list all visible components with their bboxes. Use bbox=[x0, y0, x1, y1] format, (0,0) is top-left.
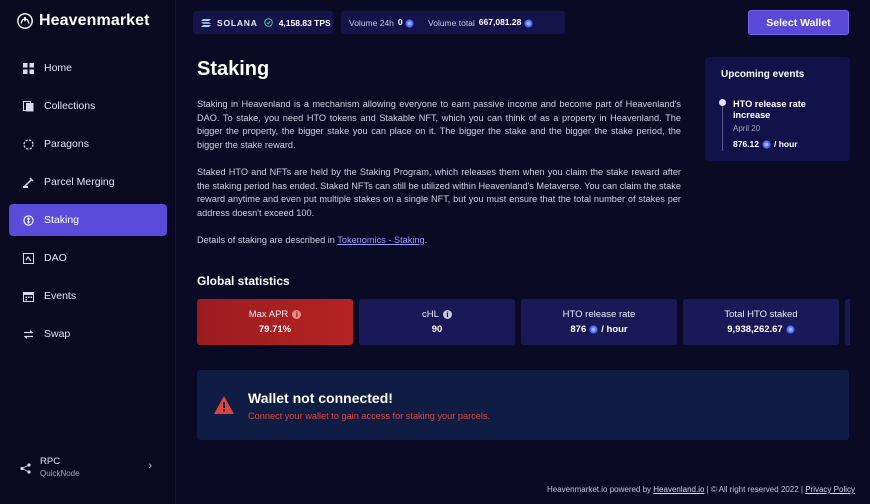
brand-name: Heavenmarket bbox=[39, 12, 150, 29]
sidebar-item-label: Paragons bbox=[44, 138, 89, 150]
footer: Heavenmarket.io powered by Heavenland.io… bbox=[547, 485, 855, 494]
event-unit: / hour bbox=[774, 139, 798, 149]
sidebar-item-home[interactable]: Home bbox=[9, 52, 167, 84]
staking-icon bbox=[23, 214, 34, 226]
paragons-icon bbox=[23, 138, 34, 150]
sidebar-item-parcel-merging[interactable]: Parcel Merging bbox=[9, 166, 167, 198]
sidebar-item-collections[interactable]: Collections bbox=[9, 90, 167, 122]
info-icon[interactable]: i bbox=[442, 310, 452, 319]
logo[interactable]: Heavenmarket bbox=[17, 12, 150, 30]
stat-card-hto-release-rate: HTO release rate 876 / hour bbox=[521, 299, 677, 345]
footer-prefix: Heavenmarket.io powered by bbox=[547, 485, 654, 494]
heavenmarket-logo-icon bbox=[17, 13, 33, 29]
page-title: Staking bbox=[197, 58, 270, 80]
upcoming-events-heading: Upcoming events bbox=[721, 69, 805, 80]
sidebar-item-label: Home bbox=[44, 62, 73, 74]
global-statistics-heading: Global statistics bbox=[197, 274, 290, 288]
sidebar-item-swap[interactable]: Swap bbox=[9, 318, 167, 350]
event-value: 876.12 / hour bbox=[733, 139, 798, 149]
tokenomics-staking-link[interactable]: Tokenomics - Staking bbox=[337, 235, 424, 245]
volume-total-value: 667,081.28 bbox=[479, 17, 533, 27]
hto-coin-icon bbox=[786, 325, 795, 334]
sidebar-item-label: Collections bbox=[44, 100, 96, 112]
info-icon[interactable]: i bbox=[292, 310, 302, 319]
solana-logo-icon bbox=[201, 18, 211, 27]
sidebar: Heavenmarket Home Collections Paragons P… bbox=[0, 0, 176, 504]
network-status: SOLANA 4,158.83 TPS bbox=[193, 11, 333, 34]
volume-24h-label: Volume 24h bbox=[349, 17, 394, 28]
stat-label: Total HTO staked bbox=[724, 309, 798, 320]
chevron-right-icon: › bbox=[148, 460, 152, 472]
stat-card-max-apr: Max APR i 79.71% bbox=[197, 299, 353, 345]
volume-24h-value: 0 bbox=[398, 17, 414, 27]
sidebar-item-label: Events bbox=[44, 290, 77, 302]
stat-value: 79.71% bbox=[258, 324, 292, 335]
event-amount: 876.12 bbox=[733, 139, 759, 149]
sidebar-item-dao[interactable]: DAO bbox=[9, 242, 167, 274]
stat-card-total-hto-staked: Total HTO staked 9,938,262.67 bbox=[683, 299, 839, 345]
details-suffix: . bbox=[424, 235, 428, 245]
event-date: April 20 bbox=[733, 124, 761, 133]
collections-icon bbox=[23, 100, 34, 111]
sidebar-nav: Home Collections Paragons Parcel Merging bbox=[9, 52, 167, 356]
tps-value: 4,158.83 TPS bbox=[278, 17, 331, 28]
calendar-icon bbox=[23, 291, 34, 302]
rpc-selector[interactable]: RPC QuickNode › bbox=[20, 456, 152, 480]
privacy-policy-link[interactable]: Privacy Policy bbox=[805, 485, 855, 494]
network-name: SOLANA bbox=[217, 17, 258, 28]
timeline-dot bbox=[719, 99, 726, 106]
volume-stats: Volume 24h 0 Volume total 667,081.28 bbox=[341, 11, 565, 34]
timeline-line bbox=[722, 103, 723, 151]
parcel-merging-icon bbox=[23, 176, 34, 188]
speed-check-icon bbox=[263, 18, 273, 27]
upcoming-events-panel: Upcoming events HTO release rate increas… bbox=[705, 57, 850, 161]
stat-value: 876 bbox=[570, 324, 587, 335]
stat-unit: / hour bbox=[601, 324, 628, 335]
staking-intro-paragraph: Staking in Heavenland is a mechanism all… bbox=[197, 99, 681, 150]
sidebar-item-label: DAO bbox=[44, 252, 67, 264]
sidebar-item-label: Parcel Merging bbox=[44, 176, 115, 188]
swap-icon bbox=[23, 329, 34, 339]
sidebar-item-paragons[interactable]: Paragons bbox=[9, 128, 167, 160]
hto-coin-icon bbox=[589, 325, 598, 334]
home-icon bbox=[23, 62, 34, 74]
sidebar-item-events[interactable]: Events bbox=[9, 280, 167, 312]
staking-details-paragraph: Details of staking are described in Toke… bbox=[197, 234, 681, 248]
alert-message: Connect your wallet to gain access for s… bbox=[248, 411, 491, 421]
stat-value: 9,938,262.67 bbox=[727, 324, 783, 335]
alert-title: Wallet not connected! bbox=[248, 390, 393, 406]
volume-total-label: Volume total bbox=[428, 17, 475, 28]
select-wallet-button[interactable]: Select Wallet bbox=[748, 10, 849, 35]
sidebar-item-label: Swap bbox=[44, 328, 71, 340]
stat-card-overflow bbox=[845, 299, 850, 345]
sidebar-item-label: Staking bbox=[44, 214, 80, 226]
warning-icon bbox=[214, 396, 234, 414]
stat-label: Max APR bbox=[248, 309, 289, 320]
rpc-provider: QuickNode bbox=[40, 469, 80, 478]
hto-coin-icon bbox=[524, 19, 533, 28]
details-prefix: Details of staking are described in bbox=[197, 235, 338, 245]
wallet-alert: Wallet not connected! Connect your walle… bbox=[197, 370, 849, 440]
event-title: HTO release rate increase bbox=[733, 99, 806, 120]
network-nodes-icon bbox=[20, 462, 31, 474]
dao-icon bbox=[23, 252, 34, 264]
footer-copyright: | © All right reserved 2022 | bbox=[704, 485, 806, 494]
hto-coin-icon bbox=[405, 19, 414, 28]
stat-value: 90 bbox=[431, 324, 443, 335]
hto-coin-icon bbox=[762, 140, 771, 148]
stat-card-chl: cHL i 90 bbox=[359, 299, 515, 345]
stat-label: cHL bbox=[422, 309, 439, 320]
stat-label: HTO release rate bbox=[562, 309, 636, 320]
heavenland-link[interactable]: Heavenland.io bbox=[653, 485, 704, 494]
staking-program-paragraph: Staked HTO and NFTs are held by the Stak… bbox=[197, 167, 681, 218]
sidebar-item-staking[interactable]: Staking bbox=[9, 204, 167, 236]
rpc-label: RPC bbox=[40, 456, 61, 467]
